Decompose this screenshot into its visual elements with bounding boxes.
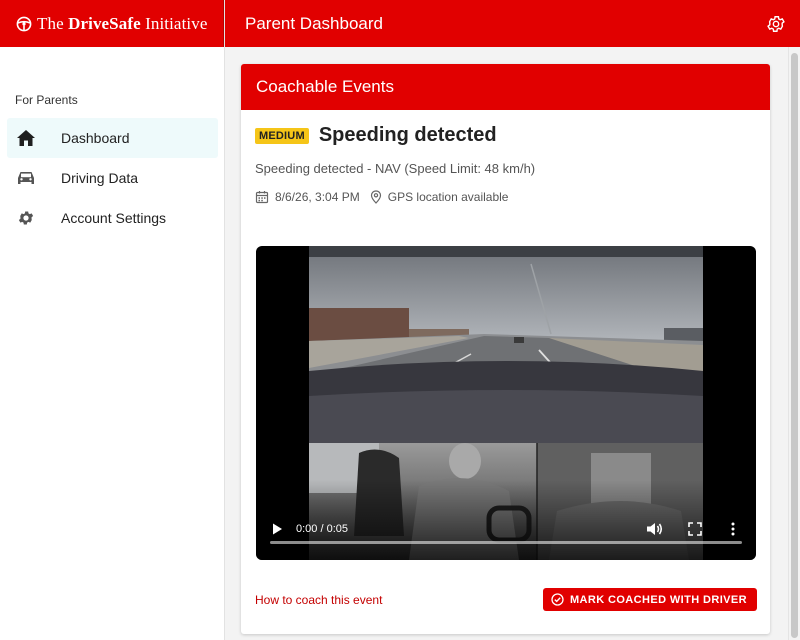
app: The DriveSafe Initiative For Parents Das… (0, 0, 800, 640)
nav-section-label: For Parents (15, 93, 78, 107)
play-button[interactable] (270, 522, 284, 536)
check-circle-icon (551, 593, 564, 606)
sidebar-nav: Dashboard Driving Data Account Settings (7, 118, 218, 238)
car-icon (15, 167, 37, 189)
event-description: Speeding detected - NAV (Speed Limit: 48… (255, 161, 536, 176)
event-title-row: MEDIUM Speeding detected (255, 124, 770, 147)
gear-icon (15, 207, 37, 229)
volume-button[interactable] (646, 521, 664, 537)
event-meta: 8/6/26, 3:04 PM GPS location available (255, 190, 770, 204)
scrollbar-thumb[interactable] (791, 53, 798, 638)
sidebar-item-label: Dashboard (61, 130, 130, 146)
sidebar: The DriveSafe Initiative For Parents Das… (0, 0, 225, 640)
steering-wheel-icon (16, 16, 32, 31)
fullscreen-button[interactable] (688, 522, 702, 536)
event-video-player[interactable]: 0:00 / 0:05 (256, 246, 756, 560)
home-icon (15, 127, 37, 149)
sidebar-item-label: Driving Data (61, 170, 139, 186)
sidebar-item-dashboard[interactable]: Dashboard (7, 118, 218, 158)
page-title: Parent Dashboard (245, 13, 383, 33)
card-title: Coachable Events (241, 64, 770, 110)
location-pin-icon (370, 190, 381, 204)
gear-icon (767, 16, 785, 32)
event-datetime: 8/6/26, 3:04 PM (275, 190, 360, 204)
sidebar-item-label: Account Settings (61, 210, 167, 226)
brand-logo[interactable]: The DriveSafe Initiative (0, 0, 224, 47)
settings-button[interactable] (766, 14, 786, 34)
video-progress-bar[interactable] (270, 541, 742, 544)
mark-coached-label: MARK COACHED WITH DRIVER (569, 593, 747, 606)
how-to-coach-link[interactable]: How to coach this event (255, 593, 382, 607)
calendar-icon (255, 191, 269, 204)
event-title: Speeding detected (318, 124, 497, 146)
sidebar-item-driving-data[interactable]: Driving Data (7, 158, 218, 198)
sidebar-item-account-settings[interactable]: Account Settings (7, 198, 218, 238)
event-location: GPS location available (387, 190, 509, 204)
top-bar: Parent Dashboard (225, 0, 800, 47)
video-time: 0:00 / 0:05 (296, 523, 348, 535)
more-options-button[interactable] (730, 521, 736, 537)
video-controls: 0:00 / 0:05 (256, 514, 756, 560)
coachable-events-card: Coachable Events MEDIUM Speeding detecte… (241, 64, 770, 634)
brand-name: The DriveSafe Initiative (37, 13, 208, 33)
scrollbar[interactable] (788, 47, 800, 640)
severity-badge: MEDIUM (255, 127, 309, 144)
mark-coached-button[interactable]: MARK COACHED WITH DRIVER (542, 588, 757, 611)
main-content: Coachable Events MEDIUM Speeding detecte… (225, 47, 800, 640)
